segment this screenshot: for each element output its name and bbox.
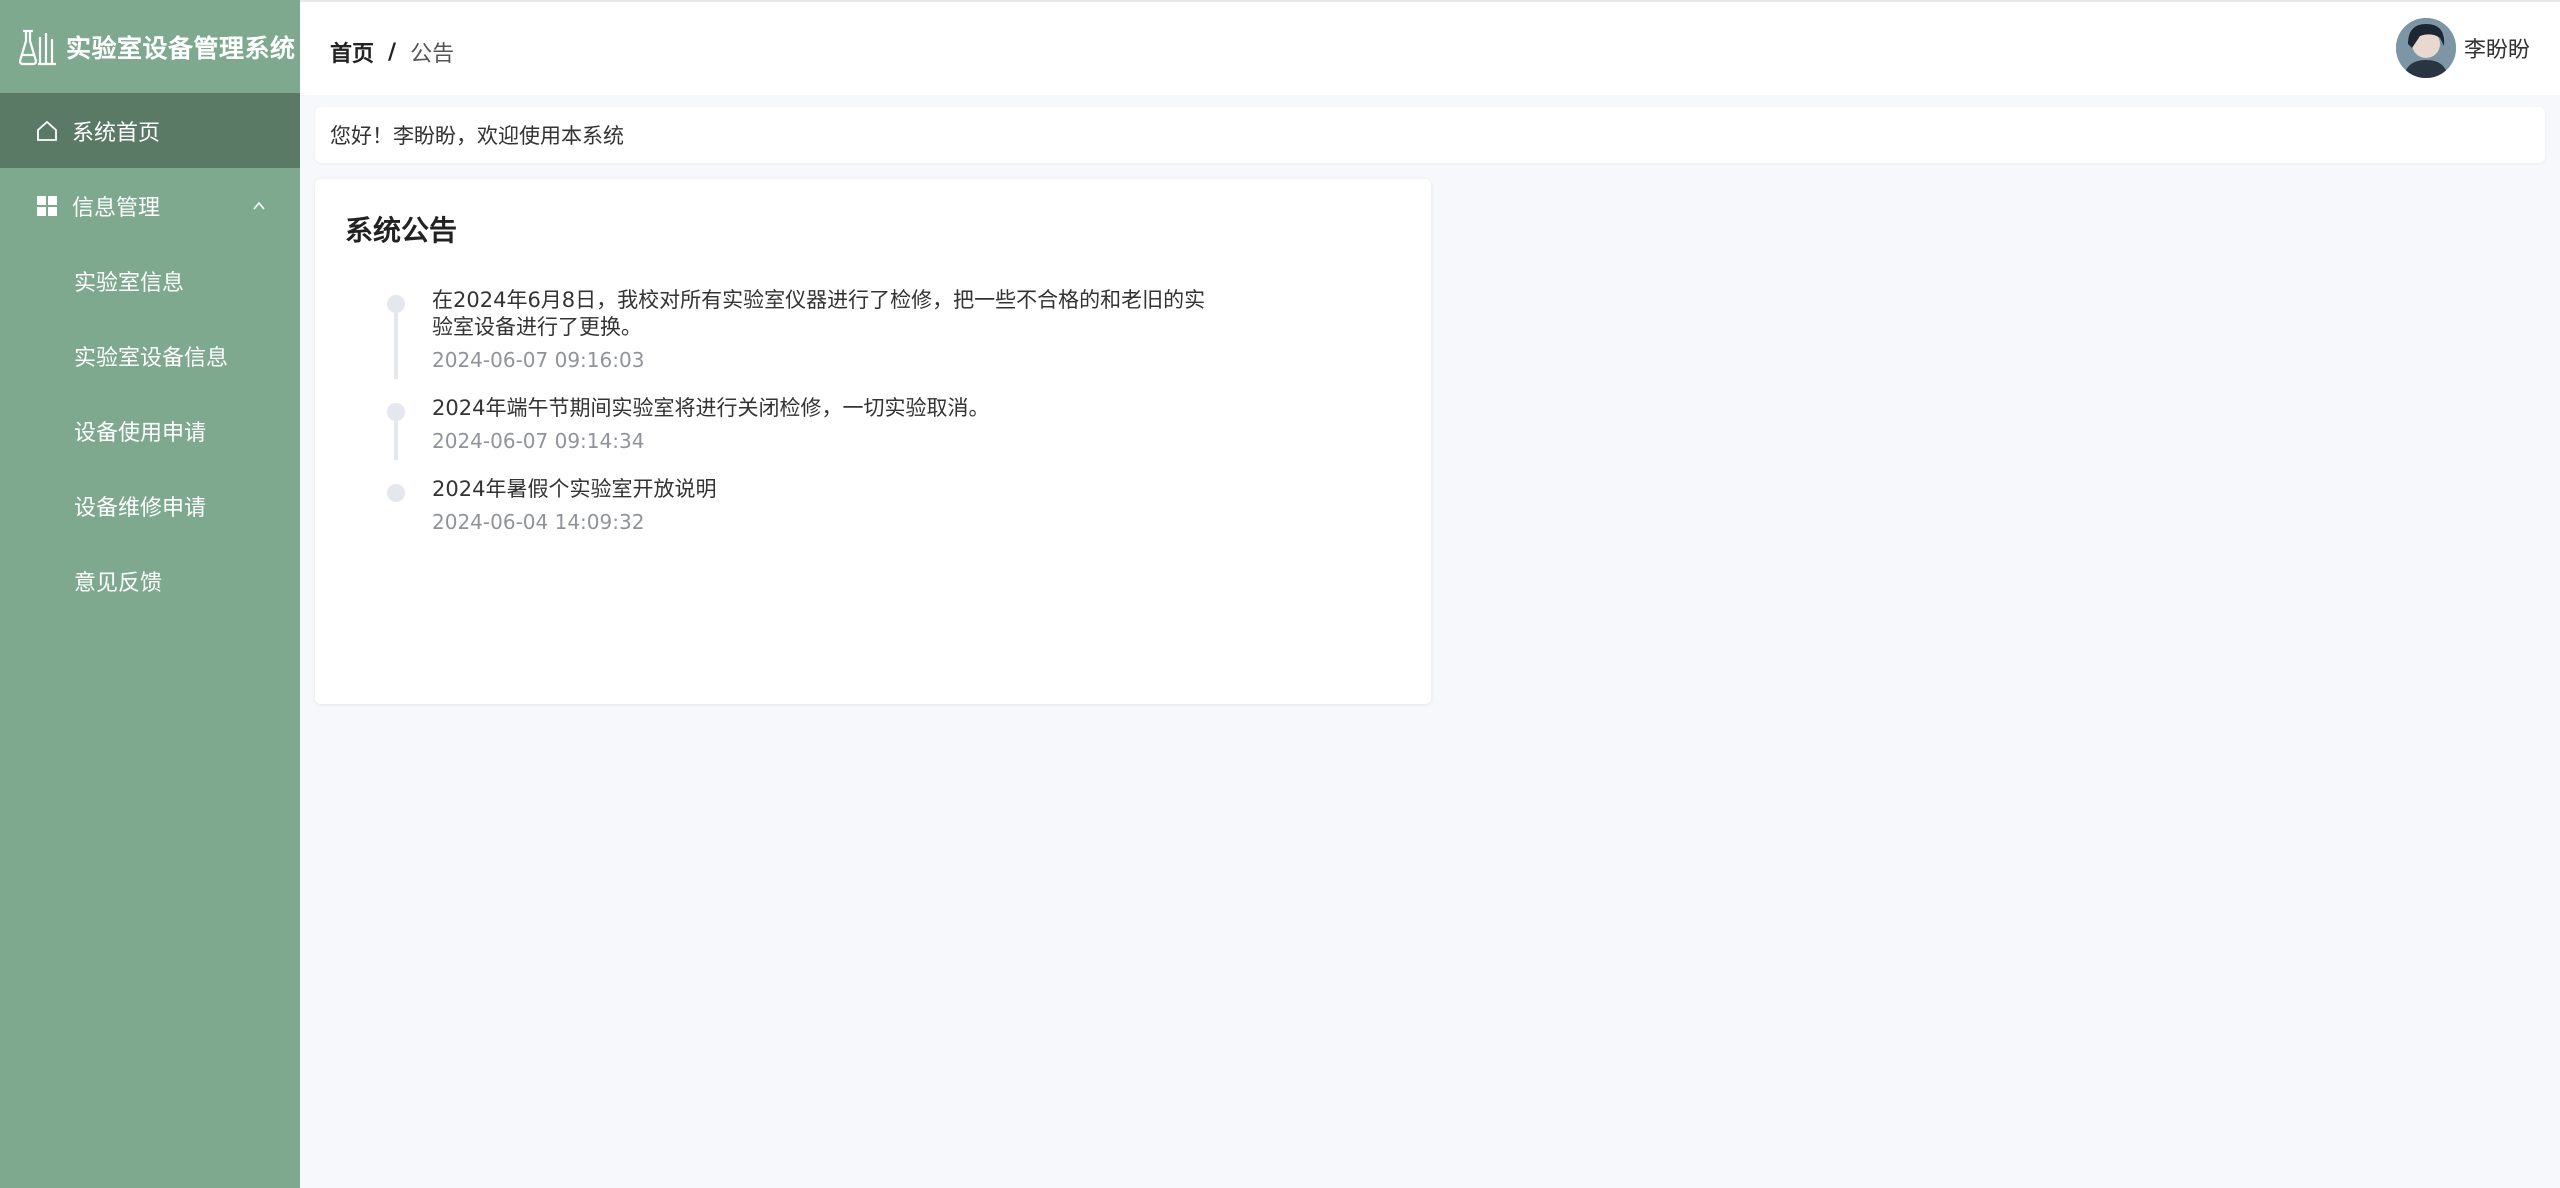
username: 李盼盼: [2463, 38, 2530, 63]
card-title: 系统公告: [345, 214, 458, 247]
sidebar-item-label: 实验室信息: [74, 270, 185, 296]
sidebar-item-label: 意见反馈: [74, 570, 163, 596]
notice-card: 系统公告 在2024年6月8日，我校对所有实验室仪器进行了检修，把一些不合格的和…: [315, 179, 1431, 704]
sidebar-item-label: 系统首页: [72, 120, 161, 146]
breadcrumb-separator: /: [388, 39, 397, 65]
timeline-dot: [387, 484, 405, 502]
notice-content: 2024年暑假个实验室开放说明: [432, 477, 717, 501]
sidebar-item-lab-equipment-info[interactable]: 实验室设备信息: [0, 318, 300, 393]
timeline-item: 2024年端午节期间实验室将进行关闭检修，一切实验取消。 2024-06-07 …: [387, 395, 1207, 460]
grid-icon: [36, 195, 58, 217]
sidebar-item-lab-info[interactable]: 实验室信息: [0, 243, 300, 318]
notice-timeline: 在2024年6月8日，我校对所有实验室仪器进行了检修，把一些不合格的和老旧的实验…: [387, 287, 1207, 535]
sidebar-item-equipment-use-request[interactable]: 设备使用申请: [0, 393, 300, 468]
sidebar-item-label: 设备维修申请: [74, 495, 207, 521]
home-icon: [36, 120, 58, 142]
timeline-dot: [387, 403, 405, 421]
flask-icon: [18, 27, 58, 67]
app-title: 实验室设备管理系统: [66, 33, 296, 63]
avatar[interactable]: [2395, 18, 2456, 78]
sidebar-item-feedback[interactable]: 意见反馈: [0, 543, 300, 618]
notice-time: 2024-06-07 09:16:03: [432, 348, 645, 372]
notice-content: 2024年端午节期间实验室将进行关闭检修，一切实验取消。: [432, 396, 990, 420]
chevron-up-icon[interactable]: [252, 199, 266, 213]
timeline-dot: [387, 295, 405, 313]
welcome-banner: 您好！李盼盼，欢迎使用本系统: [315, 107, 2545, 163]
timeline-item: 2024年暑假个实验室开放说明 2024-06-04 14:09:32: [387, 476, 1207, 535]
notice-content: 在2024年6月8日，我校对所有实验室仪器进行了检修，把一些不合格的和老旧的实验…: [432, 288, 1206, 339]
notice-time: 2024-06-07 09:14:34: [432, 429, 645, 453]
top-header: 首页 / 公告 李盼盼: [300, 0, 2560, 95]
user-menu[interactable]: 李盼盼: [2395, 18, 2530, 78]
sidebar-item-info-management[interactable]: 信息管理: [0, 168, 300, 243]
breadcrumb: 首页 / 公告: [330, 36, 454, 68]
timeline-item: 在2024年6月8日，我校对所有实验室仪器进行了检修，把一些不合格的和老旧的实验…: [387, 287, 1207, 379]
sidebar-item-home[interactable]: 系统首页: [0, 93, 300, 168]
app-logo[interactable]: 实验室设备管理系统: [0, 0, 300, 93]
breadcrumb-home[interactable]: 首页: [330, 36, 374, 68]
sidebar-item-label: 设备使用申请: [74, 420, 207, 446]
sidebar-item-label: 实验室设备信息: [74, 345, 229, 371]
welcome-text: 您好！李盼盼，欢迎使用本系统: [330, 124, 624, 148]
timeline-line: [394, 421, 398, 460]
sidebar: 实验室设备管理系统 系统首页 信息管理 实验室信息 实验室设备信息 设备使用申请…: [0, 0, 300, 1188]
notice-time: 2024-06-04 14:09:32: [432, 510, 645, 534]
timeline-line: [394, 313, 398, 379]
breadcrumb-current: 公告: [410, 42, 455, 67]
sidebar-item-equipment-repair-request[interactable]: 设备维修申请: [0, 468, 300, 543]
sidebar-item-label: 信息管理: [72, 195, 161, 221]
